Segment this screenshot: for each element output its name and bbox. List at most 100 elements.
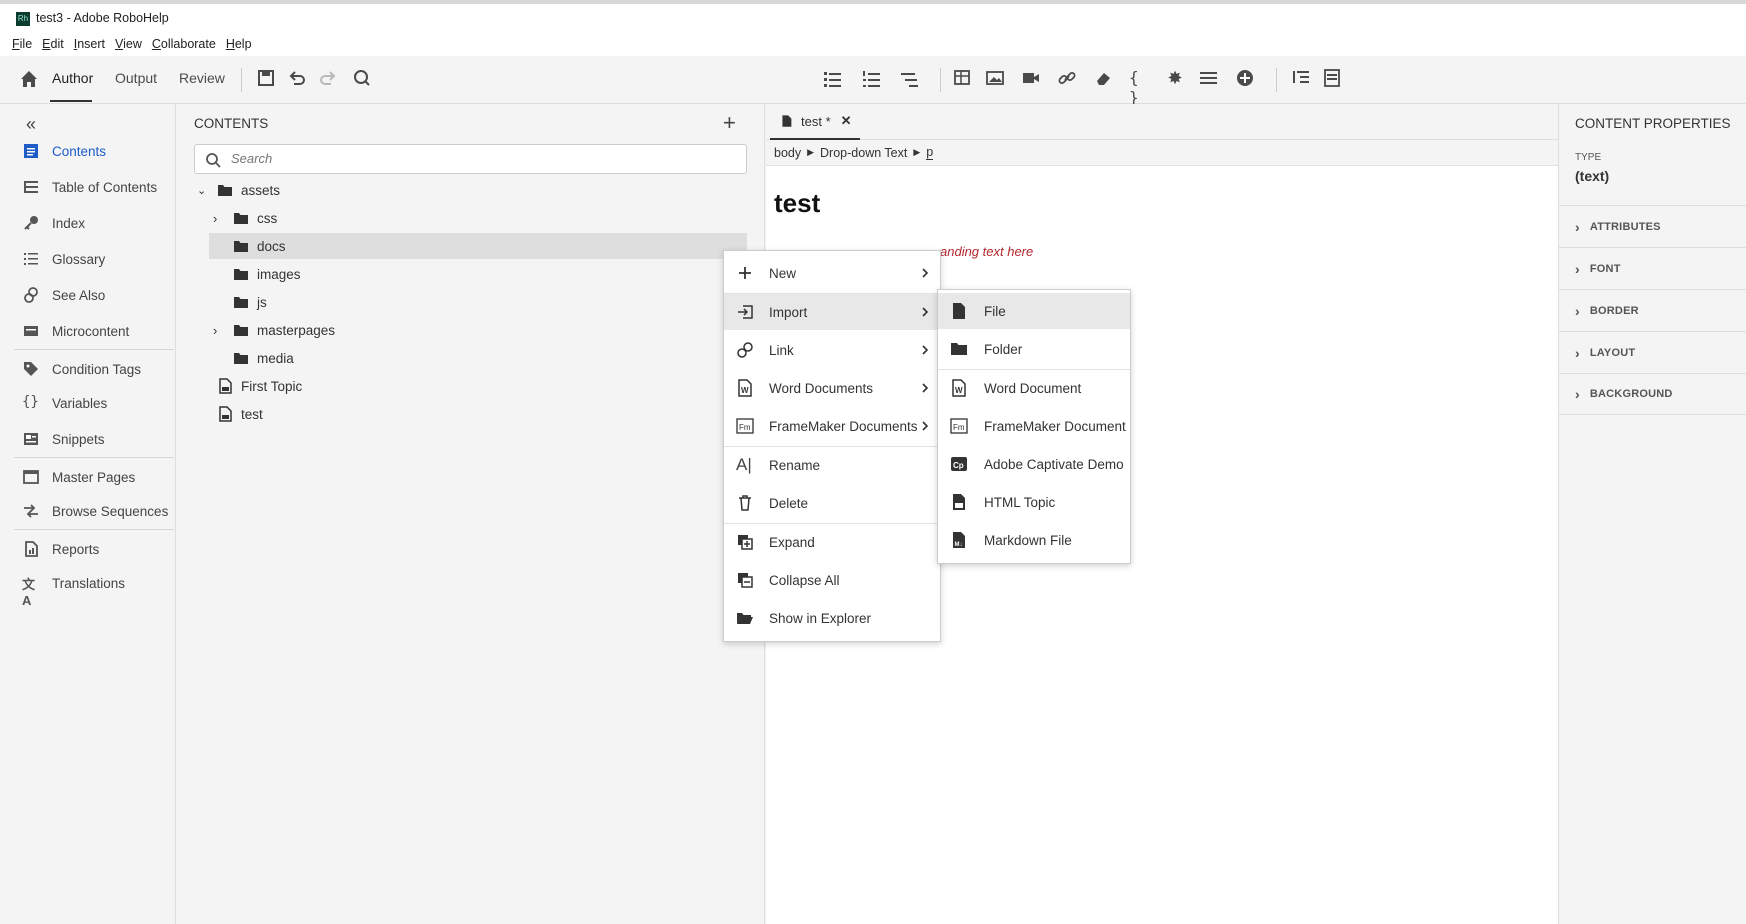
menu-item-collapse-all[interactable]: Collapse All: [724, 562, 940, 598]
folder-icon: [234, 213, 248, 224]
tree-item-assets[interactable]: ⌄ assets: [177, 177, 747, 203]
tree-item-js[interactable]: js: [177, 289, 747, 315]
tree-label: masterpages: [257, 322, 336, 338]
chevron-down-icon[interactable]: ⌄: [197, 184, 211, 197]
insert-image-icon[interactable]: [985, 68, 1007, 90]
menu-help[interactable]: Help: [226, 37, 252, 51]
eraser-icon[interactable]: [1093, 68, 1115, 90]
folder-icon: [234, 353, 248, 364]
chevron-right-icon[interactable]: ›: [213, 211, 227, 226]
nav-master-pages[interactable]: Master Pages: [22, 465, 135, 489]
menu-item-rename[interactable]: A| Rename: [724, 447, 940, 483]
menu-item-expand[interactable]: Expand: [724, 524, 940, 560]
tree-item-masterpages[interactable]: › masterpages: [177, 317, 747, 343]
nav-table-of-contents[interactable]: Table of Contents: [22, 175, 157, 199]
section-label: BACKGROUND: [1589, 388, 1673, 400]
nav-snippets[interactable]: Snippets: [22, 427, 105, 451]
menu-bar: File Edit Insert View Collaborate Help: [0, 36, 1746, 56]
menu-collaborate[interactable]: Collaborate: [152, 37, 216, 51]
word-icon: W: [738, 379, 752, 397]
find-replace-icon[interactable]: [351, 68, 373, 90]
context-menu: New Import Link W Word Documents Fm Fram…: [723, 250, 941, 642]
submenu-item-file[interactable]: File: [938, 293, 1130, 329]
properties-panel-icon[interactable]: [1322, 68, 1344, 90]
insert-video-icon[interactable]: [1021, 68, 1043, 90]
bullet-list-icon[interactable]: [822, 68, 844, 90]
topic-heading[interactable]: test: [774, 188, 820, 219]
submenu-item-word-document[interactable]: W Word Document: [938, 370, 1130, 406]
nav-condition-tags[interactable]: Condition Tags: [22, 357, 141, 381]
menu-edit[interactable]: Edit: [42, 37, 64, 51]
menu-item-delete[interactable]: Delete: [724, 485, 940, 521]
nav-variables[interactable]: {} Variables: [22, 391, 107, 415]
submenu-item-folder[interactable]: Folder: [938, 331, 1130, 367]
nav-glossary[interactable]: Glossary: [22, 247, 105, 271]
undo-icon[interactable]: [287, 68, 309, 90]
collapse-panel-icon[interactable]: «: [26, 114, 36, 135]
mode-output[interactable]: Output: [115, 70, 157, 86]
mode-author[interactable]: Author: [52, 70, 93, 86]
submenu-item-adobe-captivate-demo[interactable]: Cp Adobe Captivate Demo: [938, 446, 1130, 482]
add-circle-icon[interactable]: [1235, 68, 1257, 90]
redo-icon[interactable]: [318, 68, 340, 90]
nav-see-also[interactable]: See Also: [22, 283, 105, 307]
mode-review[interactable]: Review: [179, 70, 225, 86]
section-label: ATTRIBUTES: [1589, 220, 1661, 233]
asterisk-icon[interactable]: ✸: [1164, 68, 1186, 90]
expand-icon: [738, 535, 753, 550]
save-icon[interactable]: [256, 68, 278, 90]
dropdown-text[interactable]: anding text here: [940, 244, 1033, 259]
section-background[interactable]: › BACKGROUND: [1559, 373, 1746, 415]
tree-item-first-topic[interactable]: First Topic: [177, 373, 747, 399]
submenu-item-html-topic[interactable]: HTML Topic: [938, 484, 1130, 520]
section-font[interactable]: › FONT: [1559, 247, 1746, 289]
search-input[interactable]: Search: [231, 151, 272, 166]
editor-tab[interactable]: test * ✕: [770, 104, 860, 140]
insert-link-icon[interactable]: [1057, 68, 1079, 90]
numbered-list-icon[interactable]: [861, 68, 883, 90]
topic-icon: [219, 378, 232, 394]
menu-view[interactable]: View: [115, 37, 142, 51]
nav-microcontent[interactable]: Microcontent: [22, 319, 129, 343]
nav-translations[interactable]: 文A Translations: [22, 571, 125, 609]
menu-item-link[interactable]: Link: [724, 332, 940, 368]
menu-item-show-in-explorer[interactable]: Show in Explorer: [724, 600, 940, 636]
breadcrumb-item[interactable]: p: [926, 145, 934, 160]
nav-index[interactable]: Index: [22, 211, 85, 235]
variable-braces-icon[interactable]: { }: [1129, 68, 1151, 107]
tree-item-docs[interactable]: docs: [209, 233, 747, 259]
tree-item-media[interactable]: media: [177, 345, 747, 371]
nav-browse-sequences[interactable]: Browse Sequences: [22, 499, 168, 523]
chevron-right-icon[interactable]: ›: [213, 323, 227, 338]
home-icon[interactable]: [18, 68, 40, 90]
indent-list-icon[interactable]: [1291, 68, 1313, 90]
breadcrumb-item[interactable]: body: [774, 146, 801, 160]
close-icon[interactable]: ✕: [841, 113, 852, 129]
search-box[interactable]: Search: [194, 144, 747, 174]
nav-contents[interactable]: Contents: [22, 139, 106, 163]
menu-item-import[interactable]: Import: [724, 294, 940, 330]
section-attributes[interactable]: › ATTRIBUTES: [1559, 205, 1746, 247]
menu-insert[interactable]: Insert: [74, 37, 105, 51]
tree-item-css[interactable]: › css: [177, 205, 747, 231]
breadcrumb-item[interactable]: Drop-down Text: [820, 146, 907, 160]
insert-table-icon[interactable]: [953, 68, 975, 90]
chevron-right-icon: ›: [1575, 344, 1580, 361]
tree-item-images[interactable]: images: [177, 261, 747, 287]
add-icon[interactable]: +: [723, 110, 736, 136]
master-pages-icon: [23, 470, 39, 484]
toolbar-divider: [1276, 68, 1277, 92]
menu-item-word-documents[interactable]: W Word Documents: [724, 370, 940, 406]
submenu-item-framemaker-document[interactable]: Fm FrameMaker Document: [938, 408, 1130, 444]
menu-item-framemaker-documents[interactable]: Fm FrameMaker Documents: [724, 408, 940, 444]
submenu-item-markdown-file[interactable]: M↓ Markdown File: [938, 522, 1130, 558]
section-border[interactable]: › BORDER: [1559, 289, 1746, 331]
menu-item-new[interactable]: New: [724, 255, 940, 291]
section-layout[interactable]: › LAYOUT: [1559, 331, 1746, 373]
multilevel-list-icon[interactable]: [899, 68, 921, 90]
nav-reports[interactable]: Reports: [22, 537, 99, 561]
horizontal-rule-icon[interactable]: [1198, 68, 1220, 90]
folder-icon: [234, 297, 248, 308]
menu-file[interactable]: File: [12, 37, 32, 51]
tree-item-test[interactable]: test: [177, 401, 747, 427]
